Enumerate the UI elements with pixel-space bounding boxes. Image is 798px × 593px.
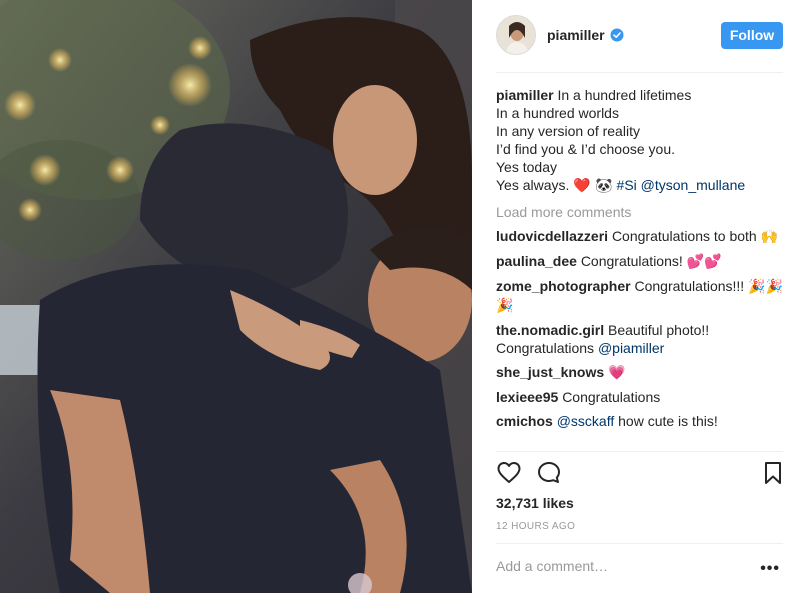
mention-link[interactable]: @piamiller: [598, 340, 664, 356]
add-comment-divider: [496, 543, 783, 544]
likes-count[interactable]: 32,731 likes: [496, 495, 574, 511]
comment-text: Congratulations to both: [611, 228, 757, 244]
comment: she_just_knows 💗: [496, 363, 784, 382]
comment: paulina_dee Congratulations! 💕💕: [496, 252, 784, 271]
post-photo[interactable]: [0, 0, 472, 593]
post-side-panel: piamiller Follow piamiller In a hundred …: [472, 0, 798, 593]
comment: ludovicdellazzeri Congratulations to bot…: [496, 227, 784, 246]
comment: cmichos @ssckaff how cute is this!: [496, 412, 784, 430]
comment-username[interactable]: zome_photographer: [496, 278, 631, 294]
hashtag-link[interactable]: #Si: [617, 177, 637, 193]
avatar[interactable]: [496, 15, 536, 55]
caption-username[interactable]: piamiller: [496, 87, 554, 103]
header-divider: [496, 72, 783, 73]
add-comment-input[interactable]: [496, 558, 746, 574]
caption-line: In a hundred lifetimes: [557, 87, 692, 103]
comment-text: Congratulations!!!: [634, 278, 745, 294]
add-comment-bar: •••: [496, 558, 784, 582]
heart-icon[interactable]: [496, 460, 522, 486]
comment-username[interactable]: ludovicdellazzeri: [496, 228, 608, 244]
verified-badge-icon: [610, 28, 624, 42]
comment-text: Congratulations!: [580, 253, 683, 269]
bookmark-icon[interactable]: [760, 460, 786, 486]
post-header: piamiller Follow: [472, 0, 798, 72]
comments-section: piamiller In a hundred lifetimes In a hu…: [496, 86, 784, 436]
caption-line: In a hundred worlds: [496, 105, 619, 121]
author-username[interactable]: piamiller: [547, 27, 605, 43]
comment: lexieee95 Congratulations: [496, 388, 784, 406]
caption-line: Yes today: [496, 159, 557, 175]
comment-username[interactable]: lexieee95: [496, 389, 558, 405]
comment-username[interactable]: she_just_knows: [496, 364, 604, 380]
comment-text: how cute is this!: [618, 413, 718, 429]
caption-line: In any version of reality: [496, 123, 640, 139]
caption-line: I’d find you & I’d choose you.: [496, 141, 675, 157]
action-bar: [496, 460, 784, 490]
comment-username[interactable]: the.nomadic.girl: [496, 322, 604, 338]
comment-username[interactable]: cmichos: [496, 413, 553, 429]
post-timestamp[interactable]: 12 HOURS AGO: [496, 521, 575, 532]
caption-last-line: Yes always. ❤️ 🐼 #Si @tyson_mullane: [496, 176, 784, 195]
caption-emojis: ❤️ 🐼: [573, 178, 613, 194]
comment-username[interactable]: paulina_dee: [496, 253, 577, 269]
comments-divider: [496, 451, 783, 452]
post-caption: piamiller In a hundred lifetimes In a hu…: [496, 86, 784, 195]
photo-illustration: [0, 0, 472, 593]
comment: zome_photographer Congratulations!!! 🎉🎉🎉: [496, 277, 784, 315]
instagram-post: piamiller Follow piamiller In a hundred …: [0, 0, 798, 593]
comment-icon[interactable]: [536, 460, 562, 486]
comment-emoji: 🙌: [760, 229, 779, 245]
follow-button[interactable]: Follow: [721, 22, 783, 49]
avatar-image: [497, 16, 535, 54]
caption-line: Yes always.: [496, 177, 570, 193]
more-options-icon[interactable]: •••: [760, 560, 780, 578]
mention-link[interactable]: @ssckaff: [557, 413, 615, 429]
comment: the.nomadic.girl Beautiful photo!! Congr…: [496, 321, 784, 357]
comment-emoji: 💗: [608, 365, 626, 381]
load-more-comments-link[interactable]: Load more comments: [496, 203, 784, 221]
comment-emoji: 💕💕: [686, 254, 722, 270]
comment-text: Congratulations: [562, 389, 661, 405]
mention-link[interactable]: @tyson_mullane: [641, 177, 746, 193]
caption-first-line: piamiller In a hundred lifetimes: [496, 86, 784, 104]
